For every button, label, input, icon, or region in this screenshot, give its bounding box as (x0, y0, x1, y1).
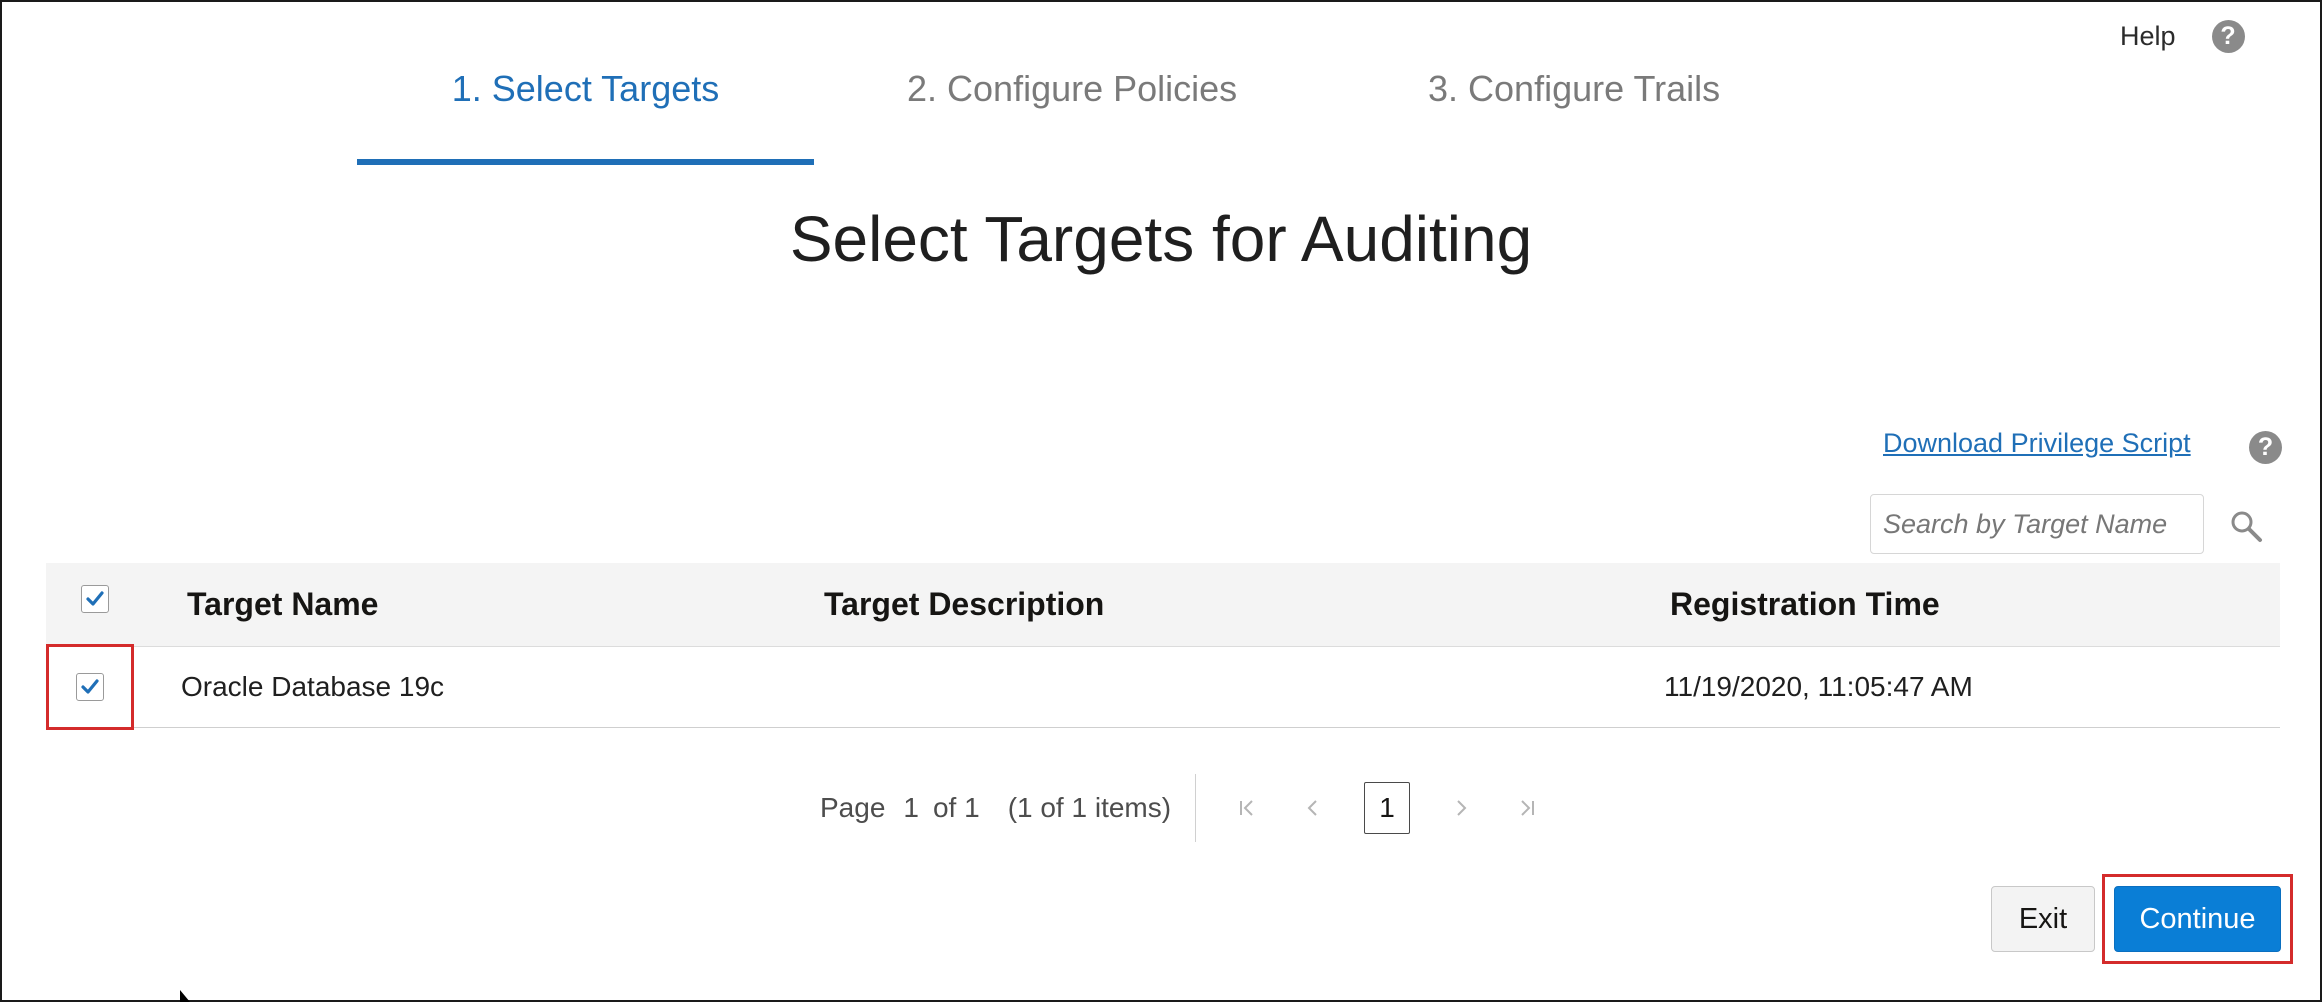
step-configure-policies[interactable]: 2. Configure Policies (907, 60, 1367, 165)
table-header: Target Name Target Description Registrat… (46, 563, 2280, 647)
exit-button[interactable]: Exit (1991, 886, 2095, 952)
download-privilege-script-link[interactable]: Download Privilege Script (1883, 428, 2191, 459)
previous-page-icon[interactable] (1299, 794, 1327, 822)
step-select-targets[interactable]: 1. Select Targets (357, 60, 814, 165)
last-page-icon[interactable] (1513, 794, 1541, 822)
question-circle-icon[interactable]: ? (2211, 19, 2245, 53)
pager-divider (1195, 774, 1197, 842)
highlight-box (46, 644, 134, 730)
column-header-target-description[interactable]: Target Description (824, 563, 1104, 646)
target-name-cell: Oracle Database 19c (181, 671, 445, 702)
question-circle-icon[interactable]: ? (2249, 431, 2282, 464)
step-train: 1. Select Targets (357, 60, 814, 165)
help-link[interactable]: Help ? (2120, 18, 2245, 54)
table-row[interactable]: Oracle Database 19c 11/19/2020, 11:05:47… (46, 647, 2280, 728)
search-input[interactable] (1870, 494, 2204, 554)
step-configure-trails[interactable]: 3. Configure Trails (1428, 60, 1828, 165)
pagination: Page 1 of 1 (1 of 1 items) 1 (820, 774, 1560, 842)
next-page-icon[interactable] (1447, 794, 1475, 822)
items-summary: (1 of 1 items) (1007, 792, 1172, 823)
select-all-checkbox[interactable] (81, 585, 109, 613)
current-page-input[interactable]: 1 (903, 792, 919, 824)
targets-table: Target Name Target Description Registrat… (46, 563, 2280, 728)
column-header-registration-time[interactable]: Registration Time (1670, 563, 1940, 646)
page-total: of 1 (932, 792, 980, 823)
checkmark-icon (86, 591, 104, 606)
page-label: Page (820, 792, 886, 823)
page-title: Select Targets for Auditing (789, 203, 1533, 275)
first-page-icon[interactable] (1233, 794, 1261, 822)
column-header-target-name[interactable]: Target Name (187, 563, 378, 646)
search-icon[interactable] (2228, 508, 2264, 544)
mouse-cursor-icon (180, 990, 190, 1002)
help-label[interactable]: Help (2120, 21, 2176, 52)
registration-time-cell: 11/19/2020, 11:05:47 AM (1664, 671, 1973, 702)
page-button-1[interactable]: 1 (1364, 782, 1411, 834)
highlight-box (2102, 874, 2293, 964)
